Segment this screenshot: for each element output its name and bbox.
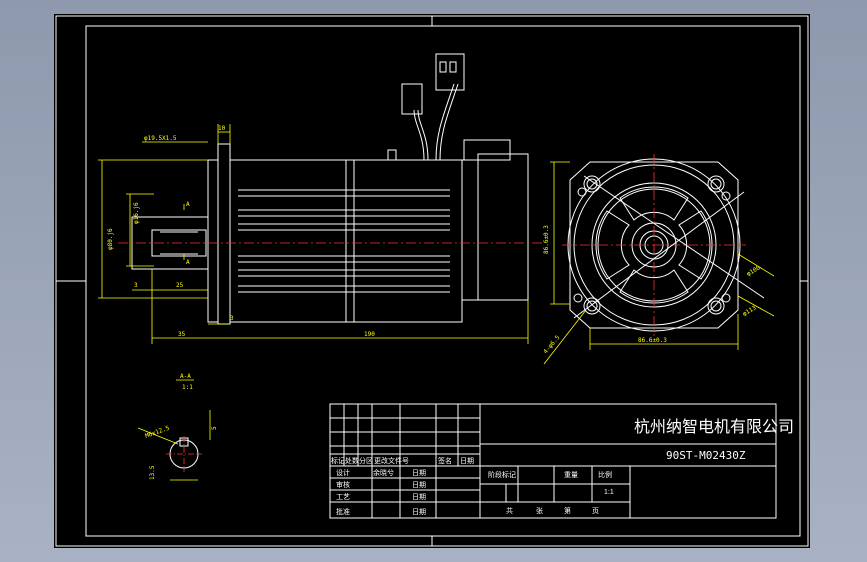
date-label-3: 日期	[412, 508, 426, 516]
cut-mark-top: A	[186, 201, 190, 208]
role-process: 工艺	[336, 493, 350, 501]
dim-flange-thk: 35	[178, 331, 186, 338]
sheet-label-3: 页	[592, 507, 599, 515]
dim-key-len: 3	[134, 282, 138, 289]
rev-label-4: 签名	[438, 456, 452, 465]
section-a-a: A-A 1:1 M6x12.5 5 13.5	[137, 373, 218, 481]
section-width: 13.5	[149, 465, 156, 480]
cut-mark-bottom: A	[186, 259, 190, 266]
dim-step-len: 10	[218, 125, 226, 132]
scale-label: 比例	[598, 470, 612, 479]
scale-value: 1:1	[604, 489, 614, 496]
dim-bolt-circle: φ100	[746, 264, 762, 277]
end-view-dimensions: 86.6±0.3 86.6±0.3 φ100 φ113 4-φ6.5	[542, 161, 775, 365]
dim-shaft-dia: φ16.j6	[133, 202, 140, 224]
rev-label-1: 处数	[345, 456, 359, 465]
role-design: 设计	[336, 468, 350, 477]
section-scale: 1:1	[182, 384, 193, 391]
role-review: 审核	[336, 480, 350, 489]
rev-label-0: 标记	[331, 456, 345, 465]
stage-label: 阶段标记	[488, 470, 516, 479]
cad-viewport[interactable]: φ80.j6 φ16.j6 φ19.5X1.5 10 3 25 35 3 190…	[0, 0, 867, 562]
section-key: M6x12.5	[144, 425, 171, 440]
date-label-2: 日期	[412, 493, 426, 501]
motor-end-view	[562, 154, 765, 336]
company-name: 杭州纳智电机有限公司	[634, 417, 794, 436]
dim-total-len: 190	[364, 331, 375, 338]
dim-body-gap: 3	[230, 315, 234, 322]
dim-square-side-h: 86.6±0.3	[638, 337, 667, 344]
part-number: 90ST-M02430Z	[666, 449, 746, 462]
dim-spigot-dia: φ80.j6	[107, 228, 114, 250]
sheet-label-1: 张	[536, 506, 543, 515]
section-depth: 5	[211, 426, 218, 430]
drawing-canvas: φ80.j6 φ16.j6 φ19.5X1.5 10 3 25 35 3 190…	[55, 15, 809, 547]
designer-name: 余晓兮	[373, 468, 394, 477]
dim-spigot-ref: φ113	[742, 304, 758, 317]
weight-label: 重量	[564, 471, 578, 479]
dim-pilot-dia: φ19.5X1.5	[144, 135, 177, 142]
sheet-label-0: 共	[506, 506, 513, 515]
dim-square-side-v: 86.6±0.3	[543, 225, 550, 254]
date-label-1: 日期	[412, 481, 426, 489]
sheet-label-2: 第	[564, 506, 571, 515]
rev-label-5: 日期	[460, 457, 474, 465]
role-approve: 批准	[336, 507, 350, 516]
rev-label-2: 分区	[359, 456, 373, 465]
dim-shaft-len: 25	[176, 282, 184, 289]
rev-label-3: 更改文件号	[374, 456, 409, 465]
date-label-0: 日期	[412, 469, 426, 477]
drawing-sheet[interactable]: φ80.j6 φ16.j6 φ19.5X1.5 10 3 25 35 3 190…	[54, 14, 810, 548]
title-block: 标记 处数 分区 更改文件号 签名 日期 设计 审核 工艺 批准 余晓兮 日期 …	[329, 403, 794, 519]
section-label: A-A	[180, 373, 191, 380]
